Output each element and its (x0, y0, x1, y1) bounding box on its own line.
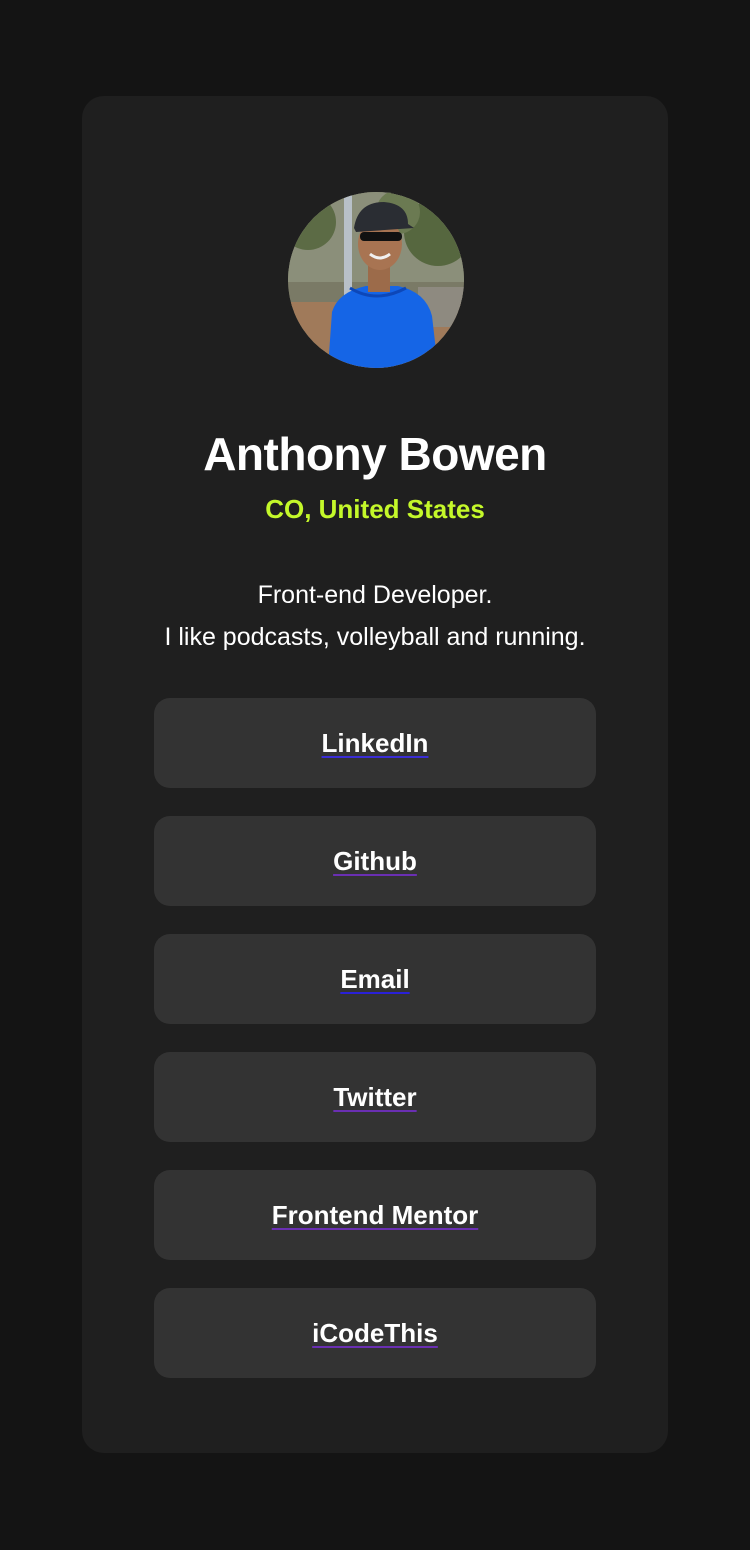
link-label: Email (340, 963, 410, 994)
link-label: LinkedIn (321, 727, 429, 758)
social-links: LinkedIn Github Email Twitter Frontend M… (154, 698, 596, 1406)
twitter-link-button[interactable]: Twitter (154, 1052, 596, 1142)
bio-line: Front-end Developer. (257, 581, 493, 609)
link-label: iCodeThis (312, 1317, 438, 1348)
avatar-photo (288, 192, 464, 368)
link-label: Twitter (333, 1081, 417, 1112)
linkedin-link-button[interactable]: LinkedIn (154, 698, 596, 788)
icodethis-link-button[interactable]: iCodeThis (154, 1288, 596, 1378)
link-label: Github (333, 845, 417, 876)
link-label: Frontend Mentor (271, 1199, 479, 1230)
profile-name: Anthony Bowen (203, 428, 547, 480)
profile-location: CO, United States (265, 494, 485, 524)
profile-card: Anthony Bowen CO, United States Front-en… (82, 96, 668, 1453)
frontend-mentor-link-button[interactable]: Frontend Mentor (154, 1170, 596, 1260)
bio-line: I like podcasts, volleyball and running. (164, 623, 586, 651)
profile-bio: Front-end Developer. I like podcasts, vo… (82, 574, 668, 658)
email-link-button[interactable]: Email (154, 934, 596, 1024)
github-link-button[interactable]: Github (154, 816, 596, 906)
avatar (288, 192, 464, 368)
